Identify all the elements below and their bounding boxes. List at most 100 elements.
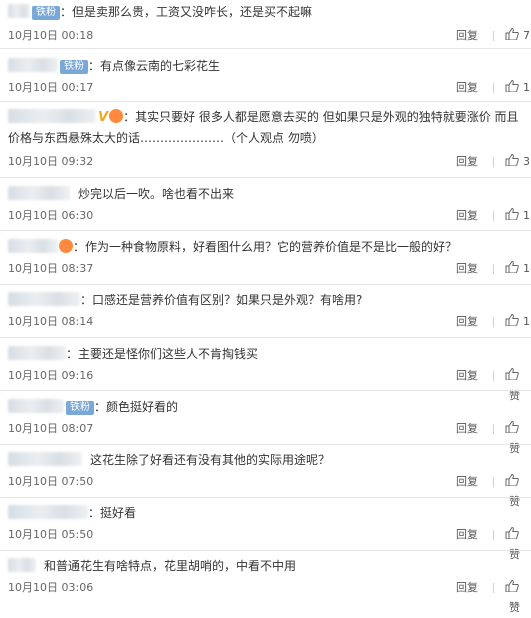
divider xyxy=(0,337,531,338)
reply-button[interactable]: 回复 xyxy=(456,525,478,545)
vip-icon: V xyxy=(98,110,109,125)
comment-date: 10月10日 00:17 xyxy=(8,81,94,94)
like-count: 1 xyxy=(523,315,530,328)
like-count: 1 xyxy=(523,81,530,94)
like-count: 3 xyxy=(523,155,530,168)
fan-badge: 铁粉 xyxy=(60,60,88,74)
thumb-up-icon xyxy=(505,314,519,326)
divider xyxy=(493,31,494,41)
username-blurred[interactable] xyxy=(8,58,58,72)
divider xyxy=(493,211,494,221)
thumb-up-icon xyxy=(505,208,519,220)
comment-text: ：口感还是营养价值有区别？如果只是外观？有啥用? xyxy=(80,293,363,307)
reply-button[interactable]: 回复 xyxy=(456,366,478,386)
comment-item: ：挺好看 10月10日 05:50 回复 赞 xyxy=(0,503,531,561)
reply-button[interactable]: 回复 xyxy=(456,419,478,439)
thumb-up-icon xyxy=(505,154,519,166)
thumb-up-icon xyxy=(505,80,519,92)
thumb-up-icon xyxy=(505,580,519,592)
comment-text: ：主要还是怪你们这些人不肯掏钱买 xyxy=(66,347,259,361)
username-blurred[interactable] xyxy=(8,4,30,18)
comment-date: 10月10日 03:06 xyxy=(8,581,94,594)
divider xyxy=(0,101,531,102)
like-button[interactable]: 1 xyxy=(505,206,530,226)
like-button[interactable]: 1 xyxy=(505,312,530,332)
divider xyxy=(0,497,531,498)
comment-item: 铁粉 ：但是卖那么贵，工资又没咋长，还是买不起嘛 10月10日 00:18 回复 … xyxy=(0,2,531,46)
reply-button[interactable]: 回复 xyxy=(456,578,478,598)
comment-text: ：颜色挺好看的 xyxy=(94,400,179,414)
thumb-up-icon xyxy=(505,527,519,539)
reply-button[interactable]: 回复 xyxy=(456,259,478,279)
comment-date: 10月10日 09:16 xyxy=(8,369,94,382)
comment-item: 铁粉 ：有点像云南的七彩花生 10月10日 00:17 回复 1 xyxy=(0,56,531,98)
comment-text: ：作为一种食物原料，好看图什么用？它的营养价值是不是比一般的好？ xyxy=(73,240,458,254)
username-blurred[interactable] xyxy=(8,452,82,466)
comment-item: ：主要还是怪你们这些人不肯掏钱买 10月10日 09:16 回复 赞 xyxy=(0,344,531,402)
comment-item: V ：其实只要好 很多人都是愿意去买的 但如果只是外观的独特就要涨价 而且价格与东… xyxy=(0,107,531,172)
comment-text: 和普通花生有啥特点，花里胡哨的，中看不中用 xyxy=(44,559,297,573)
fan-badge: 铁粉 xyxy=(32,6,60,20)
like-button[interactable]: 3 xyxy=(505,152,530,172)
username-blurred[interactable] xyxy=(8,186,70,200)
username-blurred[interactable] xyxy=(8,558,36,572)
comment-text: ：有点像云南的七彩花生 xyxy=(88,59,221,73)
comment-date: 10月10日 08:14 xyxy=(8,315,94,328)
comment-item: ：口感还是营养价值有区别？如果只是外观？有啥用? 10月10日 08:14 回复… xyxy=(0,290,531,332)
comment-date: 10月10日 09:32 xyxy=(8,155,94,168)
divider xyxy=(493,477,494,487)
comment-item: ：作为一种食物原料，好看图什么用？它的营养价值是不是比一般的好？ 10月10日 … xyxy=(0,237,531,279)
reply-button[interactable]: 回复 xyxy=(456,26,478,46)
comment-text: ：挺好看 xyxy=(88,506,137,520)
comment-text: 炒完以后一吹。啥也看不出来 xyxy=(78,187,235,201)
fan-badge: 铁粉 xyxy=(66,401,94,415)
username-blurred[interactable] xyxy=(8,239,58,253)
reply-button[interactable]: 回复 xyxy=(456,152,478,172)
like-button[interactable]: 1 xyxy=(505,78,530,98)
comment-date: 10月10日 07:50 xyxy=(8,475,94,488)
divider xyxy=(493,424,494,434)
comment-item: 和普通花生有啥特点，花里胡哨的，中看不中用 10月10日 03:06 回复 赞 xyxy=(0,556,531,614)
divider xyxy=(493,583,494,593)
divider xyxy=(493,317,494,327)
comment-item: 这花生除了好看还有没有其他的实际用途呢？ 10月10日 07:50 回复 赞 xyxy=(0,450,531,508)
comment-text: 这花生除了好看还有没有其他的实际用途呢？ xyxy=(90,453,331,467)
username-blurred[interactable] xyxy=(8,109,96,123)
thumb-up-icon xyxy=(505,368,519,380)
comment-item: 炒完以后一吹。啥也看不出来 10月10日 06:30 回复 1 xyxy=(0,184,531,226)
comment-date: 10月10日 06:30 xyxy=(8,209,94,222)
reply-button[interactable]: 回复 xyxy=(456,206,478,226)
divider xyxy=(0,48,531,49)
divider xyxy=(493,264,494,274)
like-count: 1 xyxy=(523,262,530,275)
comment-date: 10月10日 08:37 xyxy=(8,262,94,275)
like-count: 赞 xyxy=(509,601,520,614)
divider xyxy=(0,550,531,551)
divider xyxy=(493,371,494,381)
username-blurred[interactable] xyxy=(8,399,64,413)
thumb-up-icon xyxy=(505,261,519,273)
like-count: 1 xyxy=(523,209,530,222)
comment-text: ：但是卖那么贵，工资又没咋长，还是买不起嘛 xyxy=(60,5,313,19)
divider xyxy=(493,530,494,540)
username-blurred[interactable] xyxy=(8,346,66,360)
divider xyxy=(0,444,531,445)
divider xyxy=(493,83,494,93)
divider xyxy=(493,157,494,167)
medal-icon xyxy=(59,239,73,253)
like-button[interactable]: 1 xyxy=(505,259,530,279)
reply-button[interactable]: 回复 xyxy=(456,312,478,332)
username-blurred[interactable] xyxy=(8,292,80,306)
reply-button[interactable]: 回复 xyxy=(456,78,478,98)
divider xyxy=(0,177,531,178)
comment-date: 10月10日 00:18 xyxy=(8,29,94,42)
comment-date: 10月10日 08:07 xyxy=(8,422,94,435)
comment-date: 10月10日 05:50 xyxy=(8,528,94,541)
reply-button[interactable]: 回复 xyxy=(456,472,478,492)
like-button[interactable]: 赞 xyxy=(505,578,531,618)
divider xyxy=(0,284,531,285)
like-button[interactable]: 7 xyxy=(505,26,530,46)
divider xyxy=(0,230,531,231)
username-blurred[interactable] xyxy=(8,505,88,519)
like-count: 7 xyxy=(523,29,530,42)
